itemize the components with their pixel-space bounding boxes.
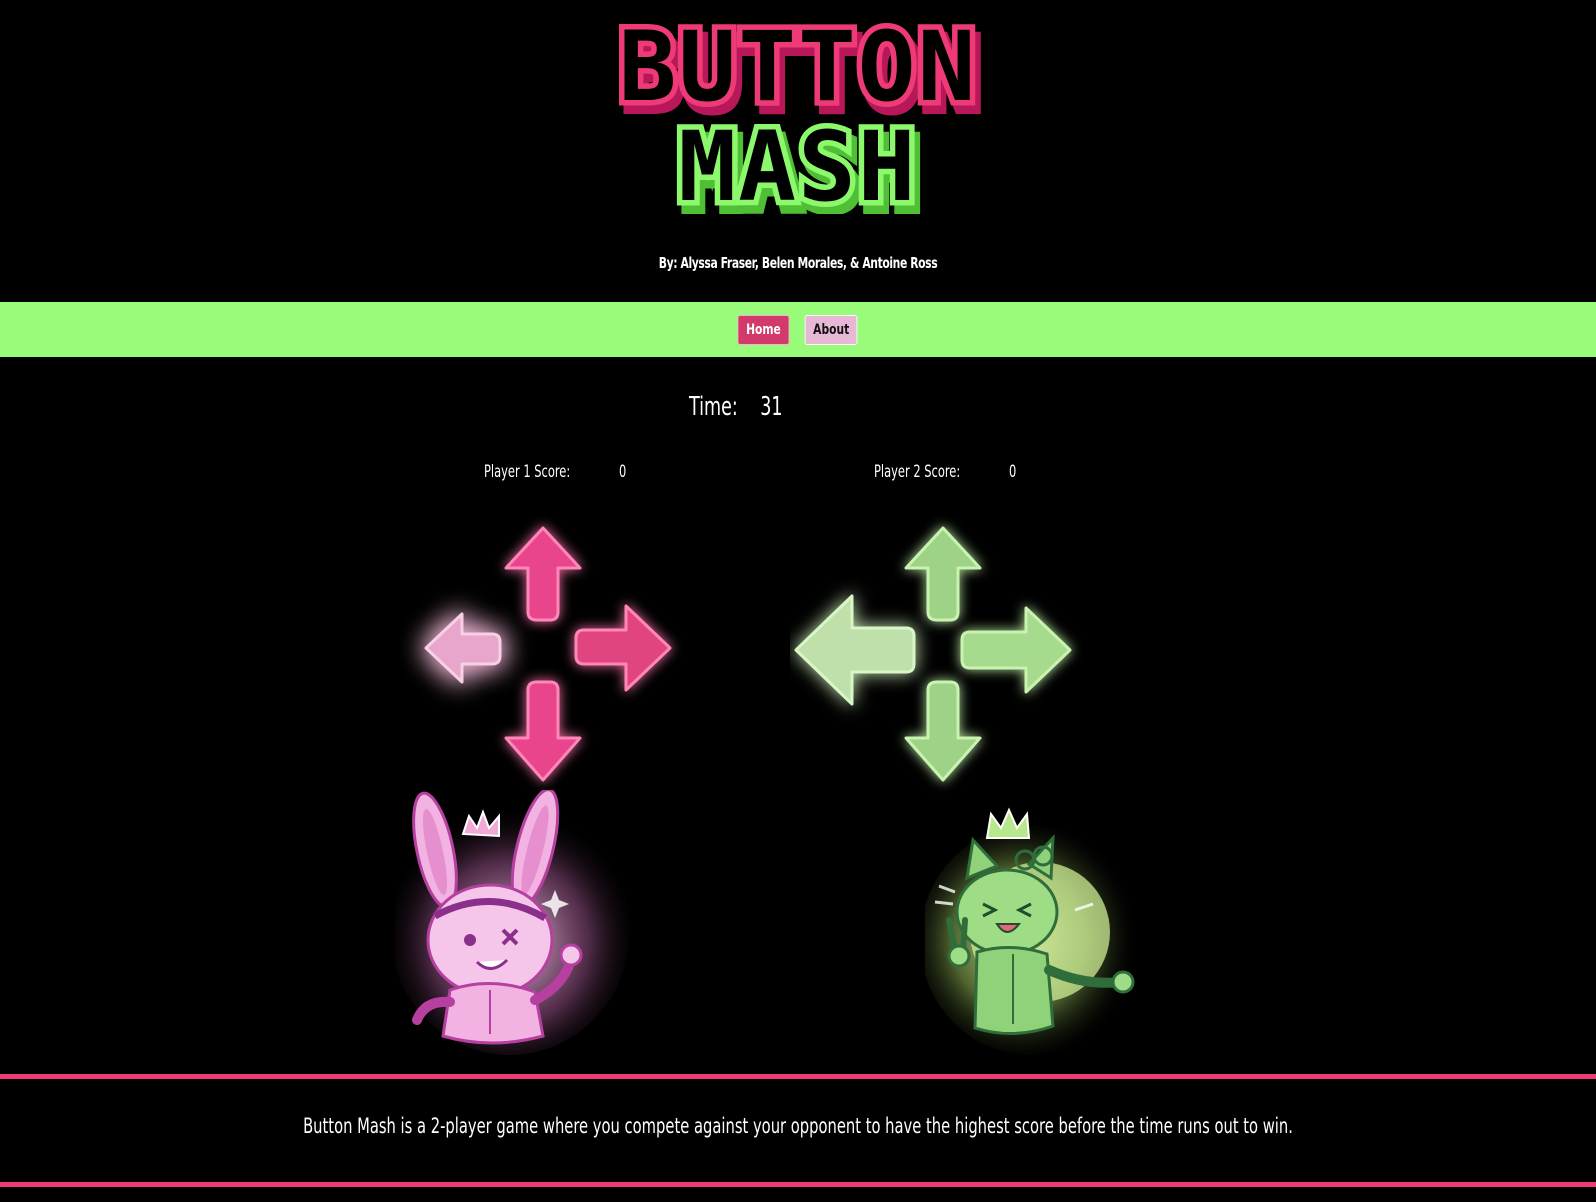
timer-label: Time: — [689, 392, 738, 422]
game-logo: BUTTON BUTTON MASH MASH — [0, 14, 1596, 214]
player2-score-label: Player 2 Score: — [874, 462, 961, 482]
p2-down-arrow-icon[interactable] — [904, 680, 982, 782]
player1-arrow-pad — [424, 526, 672, 782]
p2-left-arrow-icon[interactable] — [794, 594, 916, 706]
player1-score-value: 0 — [619, 462, 627, 482]
timer-display: Time: 31 — [689, 392, 783, 422]
nav-bar: Home About — [0, 302, 1596, 357]
player1-score-label: Player 1 Score: — [484, 462, 571, 482]
p1-down-arrow-icon[interactable] — [504, 680, 582, 782]
game-description: Button Mash is a 2-player game where you… — [303, 1114, 1293, 1138]
p1-up-arrow-icon[interactable] — [504, 526, 582, 622]
home-button[interactable]: Home — [737, 314, 790, 345]
divider-top — [0, 1074, 1596, 1079]
player2-score-value: 0 — [1009, 462, 1017, 482]
player1-bunny-character — [395, 790, 630, 1055]
logo-line2: MASH — [678, 111, 917, 214]
p2-right-arrow-icon[interactable] — [960, 606, 1072, 694]
player2-score: Player 2 Score: 0 — [874, 462, 1016, 482]
divider-bottom — [0, 1182, 1596, 1187]
player2-cat-character — [925, 807, 1140, 1055]
p2-up-arrow-icon[interactable] — [904, 526, 982, 622]
p1-left-arrow-icon[interactable] — [424, 612, 502, 684]
player1-score: Player 1 Score: 0 — [484, 462, 626, 482]
credits-text: By: Alyssa Fraser, Belen Morales, & Anto… — [658, 254, 938, 272]
logo-line1: BUTTON — [619, 14, 978, 123]
player2-arrow-pad — [794, 526, 1072, 782]
p2-crown-icon — [985, 807, 1031, 839]
timer-value: 31 — [760, 392, 783, 422]
p1-right-arrow-icon[interactable] — [574, 604, 672, 692]
about-button[interactable]: About — [804, 314, 858, 345]
